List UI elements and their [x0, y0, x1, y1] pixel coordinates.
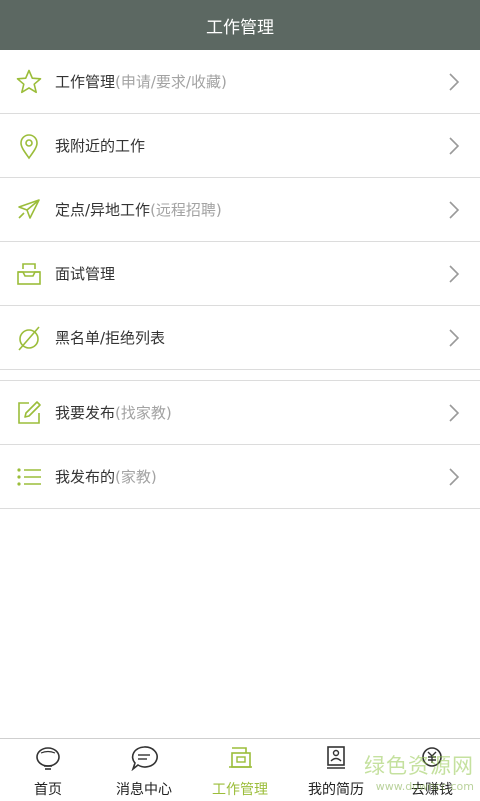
tab-label: 我的简历 — [308, 782, 364, 798]
section-divider — [0, 370, 480, 381]
menu-item-label: 我要发布 — [55, 404, 116, 422]
tab-my-resume[interactable]: 我的简历 — [288, 739, 384, 801]
tab-earn-money[interactable]: 去赚钱 — [384, 739, 480, 801]
menu-item-label: 定点/异地工作 — [55, 201, 151, 219]
chevron-right-icon — [449, 265, 460, 283]
chevron-right-icon — [449, 73, 460, 91]
tab-work-management[interactable]: 工作管理 — [192, 739, 288, 801]
page-title: 工作管理 — [206, 17, 274, 38]
menu-list: 工作管理 (申请/要求/收藏) 我附近的工作 定点/异地工作 (远程招聘) 面试管理… — [0, 50, 480, 509]
work-card-icon — [229, 747, 252, 768]
block-icon — [14, 323, 44, 353]
tab-label: 工作管理 — [212, 782, 268, 798]
tab-label: 首页 — [34, 782, 62, 798]
menu-item-label: 黑名单/拒绝列表 — [55, 329, 166, 347]
yuan-coin-icon — [422, 747, 442, 767]
chevron-right-icon — [449, 404, 460, 422]
menu-item-blacklist[interactable]: 黑名单/拒绝列表 — [0, 306, 480, 370]
chevron-right-icon — [449, 468, 460, 486]
menu-item-sublabel: (申请/要求/收藏) — [115, 73, 227, 91]
resume-icon — [327, 746, 345, 769]
chevron-right-icon — [449, 329, 460, 347]
airplane-icon — [14, 195, 44, 225]
bottom-tab-bar: 首页 消息中心 工作管理 我的简历 去赚钱 — [0, 738, 480, 801]
menu-item-job-management[interactable]: 工作管理 (申请/要求/收藏) — [0, 50, 480, 114]
inbox-tray-icon — [14, 259, 44, 289]
edit-icon — [14, 398, 44, 428]
menu-item-sublabel: (找家教) — [115, 404, 172, 422]
menu-item-post-tutor[interactable]: 我要发布 (找家教) — [0, 381, 480, 445]
tab-home[interactable]: 首页 — [0, 739, 96, 801]
menu-item-interview-management[interactable]: 面试管理 — [0, 242, 480, 306]
tab-label: 去赚钱 — [411, 782, 453, 798]
menu-item-nearby-jobs[interactable]: 我附近的工作 — [0, 114, 480, 178]
star-icon — [14, 67, 44, 97]
menu-item-sublabel: (家教) — [115, 468, 157, 486]
list-icon — [14, 462, 44, 492]
tab-messages[interactable]: 消息中心 — [96, 739, 192, 801]
menu-item-remote-jobs[interactable]: 定点/异地工作 (远程招聘) — [0, 178, 480, 242]
menu-item-label: 工作管理 — [55, 73, 116, 91]
chevron-right-icon — [449, 137, 460, 155]
top-bar: 工作管理 — [0, 0, 480, 50]
menu-item-label: 我附近的工作 — [55, 137, 146, 155]
menu-item-label: 面试管理 — [55, 265, 116, 283]
menu-item-my-posts[interactable]: 我发布的 (家教) — [0, 445, 480, 509]
location-pin-icon — [14, 131, 44, 161]
chat-bubble-icon — [131, 746, 158, 771]
home-lantern-icon — [36, 747, 60, 770]
menu-item-sublabel: (远程招聘) — [150, 201, 222, 219]
chevron-right-icon — [449, 201, 460, 219]
tab-label: 消息中心 — [116, 782, 172, 798]
menu-item-label: 我发布的 — [55, 468, 116, 486]
